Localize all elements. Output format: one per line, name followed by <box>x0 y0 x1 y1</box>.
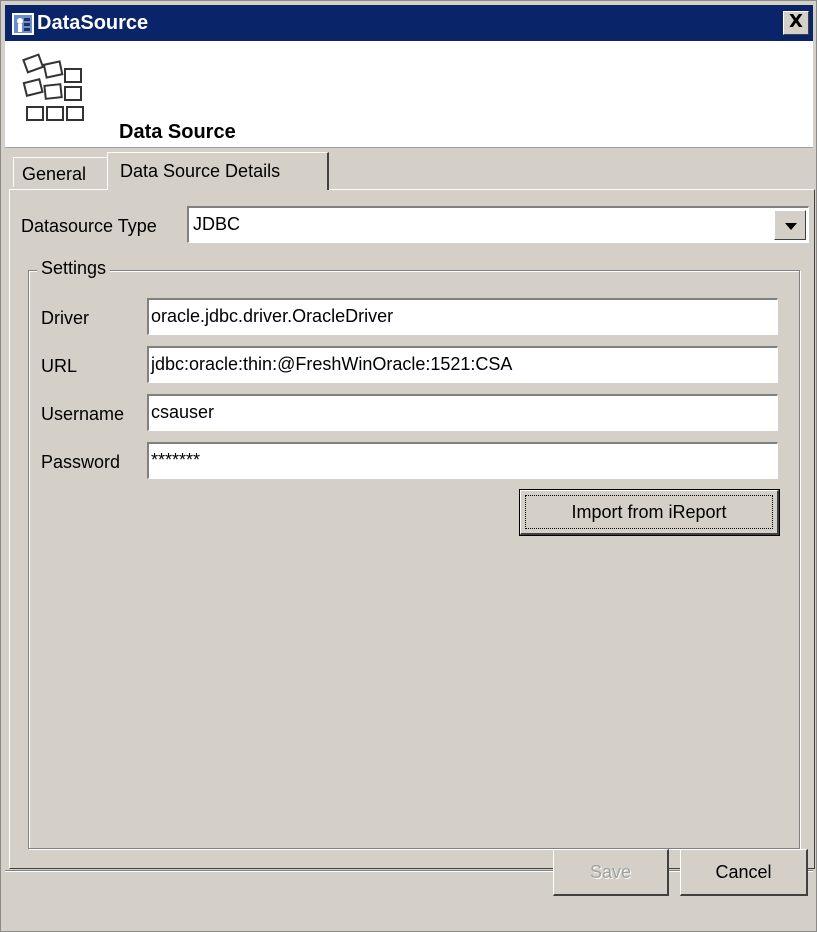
datasource-type-value: JDBC <box>193 214 241 234</box>
close-icon: X <box>789 11 803 32</box>
password-field[interactable]: ******* <box>147 442 778 479</box>
password-label: Password <box>41 452 121 472</box>
username-field[interactable]: csauser <box>147 394 778 431</box>
title-bar[interactable]: DataSource X <box>5 5 813 41</box>
driver-label: Driver <box>41 308 89 328</box>
datasource-dialog: DataSource X Data Source General Data So… <box>0 0 817 932</box>
dialog-header: Data Source <box>5 41 813 148</box>
tab-data-source-details[interactable]: Data Source Details <box>107 152 329 190</box>
app-icon <box>12 13 34 35</box>
settings-group-title: Settings <box>37 258 111 279</box>
url-field[interactable]: jdbc:oracle:thin:@FreshWinOracle:1521:CS… <box>147 346 778 383</box>
datasource-type-label: Datasource Type <box>21 216 157 236</box>
import-button-label: Import from iReport <box>525 495 773 529</box>
url-label: URL <box>41 356 78 376</box>
tab-general[interactable]: General <box>13 157 109 187</box>
datasource-grid-icon <box>22 53 84 121</box>
driver-field[interactable]: oracle.jdbc.driver.OracleDriver <box>147 298 778 335</box>
username-label: Username <box>41 404 125 424</box>
chevron-down-icon[interactable] <box>774 210 806 240</box>
import-from-ireport-button[interactable]: Import from iReport <box>519 489 780 536</box>
window-title: DataSource <box>37 12 149 34</box>
cancel-button[interactable]: Cancel <box>680 849 808 896</box>
save-button[interactable]: Save <box>553 849 669 896</box>
datasource-type-select[interactable]: JDBC <box>187 206 809 243</box>
header-title: Data Source <box>119 121 236 143</box>
close-button[interactable]: X <box>783 11 809 35</box>
